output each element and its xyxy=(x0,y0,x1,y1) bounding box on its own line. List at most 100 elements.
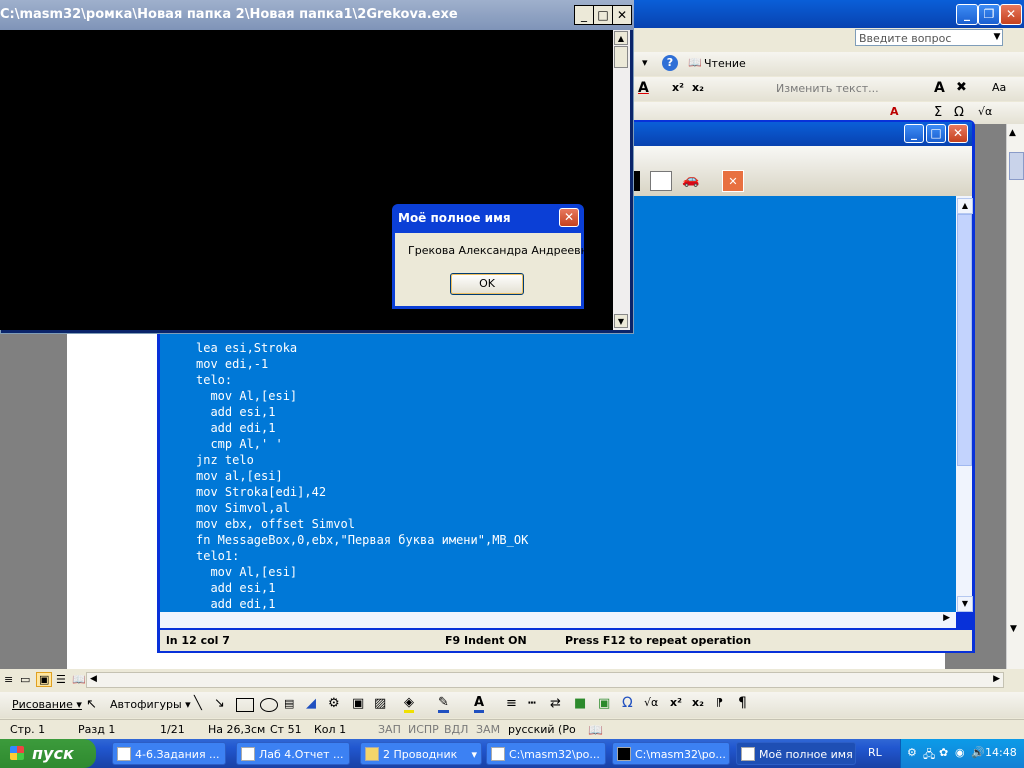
arrow-icon[interactable]: ↘ xyxy=(214,696,225,711)
subscript-icon[interactable]: x₂ xyxy=(692,81,704,94)
scroll-thumb[interactable] xyxy=(614,46,628,68)
task-item[interactable]: 2 Проводник ▾ xyxy=(360,742,482,765)
status-col: Кол 1 xyxy=(314,723,347,736)
tray-icon[interactable]: ◉ xyxy=(955,746,965,759)
ask-question-input[interactable]: Введите вопрос xyxy=(855,29,1003,46)
italic-icon[interactable]: A xyxy=(890,105,899,118)
scroll-thumb[interactable] xyxy=(957,214,972,466)
language-indicator[interactable]: RL xyxy=(868,746,882,759)
sigma-icon[interactable]: Σ xyxy=(934,105,942,120)
close-button[interactable]: ✕ xyxy=(612,5,632,25)
autoshapes-button[interactable]: Автофигуры ▾ xyxy=(110,698,191,711)
subscript-icon[interactable]: x₂ xyxy=(692,696,704,709)
sqrt-icon[interactable]: √α xyxy=(978,105,992,118)
scroll-down-icon[interactable]: ▼ xyxy=(1010,624,1017,634)
ok-button[interactable]: OK xyxy=(450,273,524,295)
help-icon[interactable]: ? xyxy=(662,55,678,71)
3d-icon[interactable]: ▣ xyxy=(598,696,610,711)
task-item[interactable]: 4-6.Задания ... xyxy=(112,742,226,765)
close-button[interactable]: ✕ xyxy=(948,124,968,143)
scroll-down-icon[interactable]: ▼ xyxy=(614,314,628,328)
scroll-up-icon[interactable]: ▲ xyxy=(1009,128,1016,138)
font-size-icon[interactable]: Aa xyxy=(992,81,1006,94)
close-button[interactable]: ✕ xyxy=(559,208,579,227)
status-ovr[interactable]: ЗАМ xyxy=(476,723,500,736)
picture-icon[interactable]: ▨ xyxy=(374,696,386,711)
sqrt-icon[interactable]: √α xyxy=(644,696,658,709)
toolbar-icon[interactable] xyxy=(634,171,640,191)
status-at: На 26,3см xyxy=(208,723,266,736)
close-icon[interactable]: ✖ xyxy=(956,80,967,95)
volume-icon[interactable]: 🔊 xyxy=(971,746,985,759)
read-button[interactable]: Чтение xyxy=(704,57,746,70)
task-item[interactable]: Лаб 4.Отчет ... xyxy=(236,742,350,765)
editor-horizontal-scrollbar[interactable]: ▶ xyxy=(160,612,956,628)
start-button[interactable]: пуск xyxy=(0,739,96,768)
minimize-button[interactable]: _ xyxy=(574,5,594,25)
change-text-button[interactable]: Изменить текст... xyxy=(776,82,879,95)
editor-vertical-scrollbar[interactable]: ▲ ▼ xyxy=(956,196,973,612)
car-icon[interactable]: 🚗 xyxy=(682,172,699,188)
minimize-button[interactable]: _ xyxy=(956,4,978,25)
console-scrollbar[interactable]: ▲ ▼ xyxy=(613,30,630,330)
scroll-thumb[interactable] xyxy=(1009,152,1024,180)
status-trk[interactable]: ИСПР xyxy=(408,723,439,736)
scroll-left-icon[interactable]: ◀ xyxy=(90,674,97,684)
maximize-button[interactable]: □ xyxy=(593,5,613,25)
oval-icon[interactable] xyxy=(260,698,278,712)
status-ext[interactable]: ВДЛ xyxy=(444,723,468,736)
scroll-up-icon[interactable]: ▲ xyxy=(614,31,628,45)
status-rec[interactable]: ЗАП xyxy=(378,723,401,736)
line-icon[interactable]: ╲ xyxy=(194,696,202,711)
close-button[interactable]: ✕ xyxy=(1000,4,1022,25)
web-view-icon[interactable]: ▭ xyxy=(20,673,30,686)
task-item[interactable]: C:\masm32\ро... xyxy=(612,742,730,765)
scroll-right-icon[interactable]: ▶ xyxy=(993,674,1000,684)
rectangle-icon[interactable] xyxy=(236,698,254,712)
task-item[interactable]: Моё полное имя xyxy=(736,742,856,765)
chevron-down-icon[interactable]: ▾ xyxy=(642,56,648,69)
blank-page-icon[interactable] xyxy=(650,171,672,191)
restore-button[interactable]: ❐ xyxy=(978,4,1000,25)
print-view-icon[interactable]: ▣ xyxy=(36,672,53,687)
line-color-icon[interactable]: ✎ xyxy=(438,695,449,713)
textbox-icon[interactable]: ▤ xyxy=(284,697,294,710)
close-icon[interactable]: ✕ xyxy=(722,170,744,192)
wordart-icon[interactable]: ◢ xyxy=(306,696,316,711)
normal-view-icon[interactable]: ≡ xyxy=(4,673,13,686)
outline-view-icon[interactable]: ☰ xyxy=(56,673,66,686)
minimize-button[interactable]: _ xyxy=(904,124,924,143)
omega-icon[interactable]: Ω xyxy=(622,695,633,711)
superscript-icon[interactable]: x² xyxy=(672,81,684,94)
pilcrow-icon[interactable]: ¶ xyxy=(738,695,747,711)
shadow-icon[interactable]: ■ xyxy=(574,696,586,711)
font-color-icon[interactable]: A xyxy=(638,80,649,96)
clock[interactable]: 14:48 xyxy=(985,746,1017,759)
spelling-icon[interactable]: 📖 xyxy=(588,723,603,737)
task-item[interactable]: C:\masm32\ро... xyxy=(486,742,606,765)
drawing-menu-button[interactable]: Рисование ▾ xyxy=(12,698,82,711)
omega-icon[interactable]: Ω xyxy=(954,105,964,120)
line-style-icon[interactable]: ≡ xyxy=(506,696,517,711)
reading-view-icon[interactable]: 📖 xyxy=(72,673,86,686)
word-vertical-scrollbar[interactable]: ▲ ▼ xyxy=(1006,124,1024,669)
scroll-right-icon[interactable]: ▶ xyxy=(943,613,950,623)
font-color-icon[interactable]: A xyxy=(474,695,485,713)
cursor-icon[interactable]: ↖ xyxy=(86,697,97,712)
superscript-icon[interactable]: x² xyxy=(670,696,682,709)
arrow-style-icon[interactable]: ⇄ xyxy=(550,696,561,711)
symbol-icon[interactable]: ⁋ xyxy=(716,696,723,709)
word-horizontal-scrollbar[interactable]: ◀ ▶ xyxy=(86,672,1004,688)
diagram-icon[interactable]: ⚙ xyxy=(328,696,340,711)
network-icon[interactable]: 🖧 xyxy=(923,746,935,765)
dash-style-icon[interactable]: ┅ xyxy=(528,696,536,711)
chevron-down-icon[interactable]: ▼ xyxy=(990,29,1004,46)
wordart-icon[interactable]: A xyxy=(934,80,945,96)
scroll-up-icon[interactable]: ▲ xyxy=(957,198,973,214)
clipart-icon[interactable]: ▣ xyxy=(352,696,364,711)
fill-color-icon[interactable]: ◈ xyxy=(404,695,414,713)
scroll-down-icon[interactable]: ▼ xyxy=(957,596,973,612)
maximize-button[interactable]: □ xyxy=(926,124,946,143)
tray-icon[interactable]: ⚙ xyxy=(907,746,917,759)
tray-icon[interactable]: ✿ xyxy=(939,746,948,759)
